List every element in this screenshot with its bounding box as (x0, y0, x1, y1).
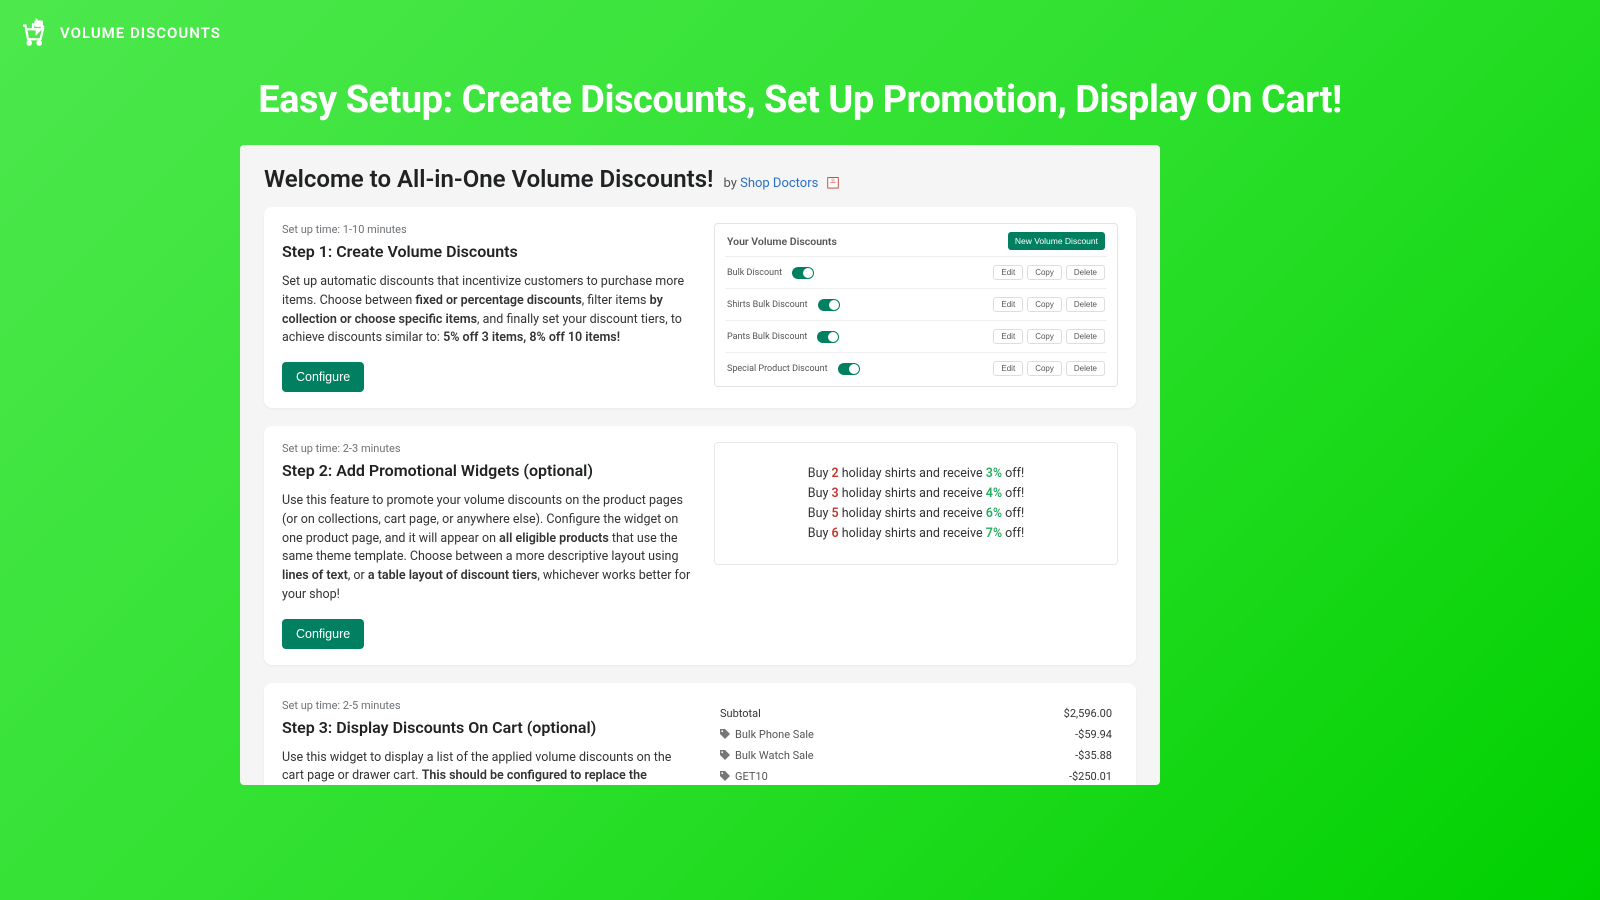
promo-line: Buy 3 holiday shirts and receive 4% off! (735, 486, 1097, 501)
discount-name: Bulk Discount (727, 267, 814, 279)
step2-title: Step 2: Add Promotional Widgets (optiona… (282, 461, 692, 480)
discount-tag: GET10 (720, 770, 768, 783)
welcome-title: Welcome to All-in-One Volume Discounts! (264, 165, 713, 193)
subtotal-label: Subtotal (720, 707, 761, 720)
tag-icon (720, 729, 730, 739)
discounts-list-header: Your Volume Discounts New Volume Discoun… (725, 232, 1107, 257)
text: , filter items (582, 293, 650, 308)
discount-tag: Bulk Watch Sale (720, 749, 814, 762)
cart-subtotal-row: Subtotal $2,596.00 (720, 703, 1112, 724)
step3-setup-time: Set up time: 2-5 minutes (282, 699, 692, 712)
discounts-list-title: Your Volume Discounts (727, 235, 837, 248)
cart-discount-row: GET10 -$250.01 (720, 766, 1112, 786)
toggle-switch[interactable] (838, 363, 860, 375)
text-bold: all eligible products (499, 531, 609, 546)
step1-setup-time: Set up time: 1-10 minutes (282, 223, 692, 236)
toggle-switch[interactable] (817, 331, 839, 343)
app-header: % VOLUME DISCOUNTS (18, 18, 221, 48)
step2-text: Set up time: 2-3 minutes Step 2: Add Pro… (282, 442, 692, 649)
discount-amount: -$250.01 (1069, 770, 1112, 783)
step1-text: Set up time: 1-10 minutes Step 1: Create… (282, 223, 692, 392)
step1-title: Step 1: Create Volume Discounts (282, 242, 692, 261)
vendor-link[interactable]: Shop Doctors (740, 176, 818, 191)
step3-body: Use this widget to display a list of the… (282, 749, 692, 786)
discount-row: Shirts Bulk Discount Edit Copy Delete (725, 289, 1107, 321)
discount-row: Pants Bulk Discount Edit Copy Delete (725, 321, 1107, 353)
copy-button[interactable]: Copy (1027, 297, 1062, 312)
delete-button[interactable]: Delete (1066, 297, 1105, 312)
discount-amount: -$59.94 (1075, 728, 1112, 741)
cart-discount-row: Bulk Watch Sale -$35.88 (720, 745, 1112, 766)
discount-name: Shirts Bulk Discount (727, 299, 840, 311)
step1-preview: Your Volume Discounts New Volume Discoun… (714, 223, 1118, 392)
text: , or (348, 568, 368, 583)
onboarding-panel: Welcome to All-in-One Volume Discounts! … (240, 145, 1160, 785)
welcome-row: Welcome to All-in-One Volume Discounts! … (264, 165, 1136, 193)
app-name: VOLUME DISCOUNTS (60, 24, 221, 42)
step2-setup-time: Set up time: 2-3 minutes (282, 442, 692, 455)
toggle-switch[interactable] (792, 267, 814, 279)
promo-widget: Buy 2 holiday shirts and receive 3% off!… (714, 442, 1118, 565)
cart-discount-icon: % (18, 18, 48, 48)
discount-name: Special Product Discount (727, 363, 860, 375)
step2-preview: Buy 2 holiday shirts and receive 3% off!… (714, 442, 1118, 649)
hero-title: Easy Setup: Create Discounts, Set Up Pro… (0, 78, 1600, 122)
step2-body: Use this feature to promote your volume … (282, 492, 692, 605)
tag-icon (720, 771, 730, 781)
step3-card: Set up time: 2-5 minutes Step 3: Display… (264, 683, 1136, 786)
edit-button[interactable]: Edit (993, 297, 1023, 312)
by-prefix: by (723, 176, 740, 191)
step3-title: Step 3: Display Discounts On Cart (optio… (282, 718, 692, 737)
toggle-switch[interactable] (818, 299, 840, 311)
text-bold: fixed or percentage discounts (415, 293, 581, 308)
new-volume-discount-button[interactable]: New Volume Discount (1008, 232, 1105, 250)
text-bold: 5% off 3 items, 8% off 10 items! (443, 330, 620, 345)
step1-body: Set up automatic discounts that incentiv… (282, 273, 692, 348)
welcome-byline: by Shop Doctors (723, 174, 839, 191)
svg-text:%: % (36, 22, 40, 28)
edit-button[interactable]: Edit (993, 361, 1023, 376)
step1-card: Set up time: 1-10 minutes Step 1: Create… (264, 207, 1136, 408)
edit-button[interactable]: Edit (993, 265, 1023, 280)
step3-preview: Subtotal $2,596.00 Bulk Phone Sale -$59.9… (714, 699, 1118, 786)
step3-text: Set up time: 2-5 minutes Step 3: Display… (282, 699, 692, 786)
subtotal-value: $2,596.00 (1064, 707, 1112, 720)
discount-tag: Bulk Phone Sale (720, 728, 814, 741)
doctor-icon (826, 174, 840, 190)
copy-button[interactable]: Copy (1027, 329, 1062, 344)
discount-row: Special Product Discount Edit Copy Delete (725, 353, 1107, 384)
promo-line: Buy 5 holiday shirts and receive 6% off! (735, 506, 1097, 521)
tag-icon (720, 750, 730, 760)
step2-configure-button[interactable]: Configure (282, 619, 364, 649)
copy-button[interactable]: Copy (1027, 265, 1062, 280)
discount-row: Bulk Discount Edit Copy Delete (725, 257, 1107, 289)
discount-name: Pants Bulk Discount (727, 331, 839, 343)
promo-line: Buy 6 holiday shirts and receive 7% off! (735, 526, 1097, 541)
delete-button[interactable]: Delete (1066, 361, 1105, 376)
cart-discount-row: Bulk Phone Sale -$59.94 (720, 724, 1112, 745)
delete-button[interactable]: Delete (1066, 329, 1105, 344)
edit-button[interactable]: Edit (993, 329, 1023, 344)
discount-amount: -$35.88 (1075, 749, 1112, 762)
text-bold: lines of text (282, 568, 348, 583)
promo-line: Buy 2 holiday shirts and receive 3% off! (735, 466, 1097, 481)
step1-configure-button[interactable]: Configure (282, 362, 364, 392)
cart-summary-widget: Subtotal $2,596.00 Bulk Phone Sale -$59.9… (714, 699, 1118, 786)
volume-discounts-list: Your Volume Discounts New Volume Discoun… (714, 223, 1118, 387)
step2-card: Set up time: 2-3 minutes Step 2: Add Pro… (264, 426, 1136, 665)
text-bold: a table layout of discount tiers (368, 568, 537, 583)
copy-button[interactable]: Copy (1027, 361, 1062, 376)
delete-button[interactable]: Delete (1066, 265, 1105, 280)
